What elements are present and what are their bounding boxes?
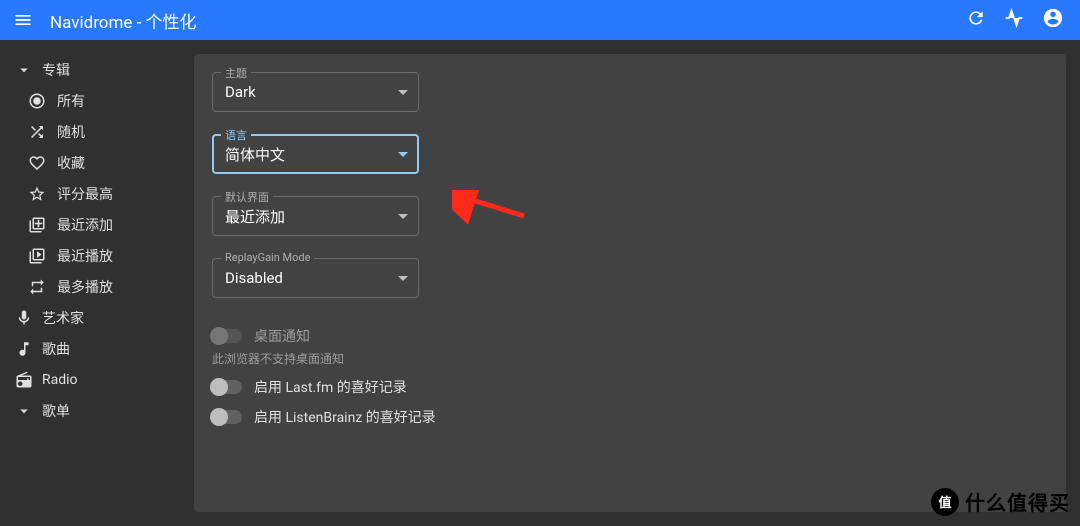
sidebar: 专辑 所有 随机 收藏 评分最高 最近添加 最近播放 最多播放 xyxy=(0,40,194,526)
sidebar-item-top-rated[interactable]: 评分最高 xyxy=(0,178,194,209)
activity-button[interactable] xyxy=(1004,8,1024,32)
language-select[interactable]: 语言 简体中文 xyxy=(212,134,419,174)
dropdown-arrow-icon xyxy=(398,276,408,281)
field-label: ReplayGain Mode xyxy=(221,251,314,264)
dropdown-arrow-icon xyxy=(398,152,408,157)
sidebar-label: 歌单 xyxy=(42,401,70,421)
sidebar-item-label: 随机 xyxy=(57,122,85,142)
sidebar-label: 歌曲 xyxy=(42,339,70,359)
toggle-label: 启用 Last.fm 的喜好记录 xyxy=(254,377,407,397)
menu-button[interactable] xyxy=(10,7,36,33)
sidebar-item-recently-added[interactable]: 最近添加 xyxy=(0,209,194,240)
theme-select[interactable]: 主题 Dark xyxy=(212,72,419,112)
account-button[interactable] xyxy=(1042,7,1064,33)
listenbrainz-toggle[interactable] xyxy=(212,410,242,424)
sidebar-item-label: 所有 xyxy=(57,91,85,111)
sidebar-item-songs[interactable]: 歌曲 xyxy=(0,333,194,364)
field-label: 主题 xyxy=(221,65,251,81)
refresh-icon xyxy=(966,8,986,28)
sidebar-item-radio[interactable]: Radio xyxy=(0,364,194,395)
library-play-icon xyxy=(27,246,47,266)
lastfm-toggle[interactable] xyxy=(212,380,242,394)
replaygain-select[interactable]: ReplayGain Mode Disabled xyxy=(212,258,419,298)
sidebar-item-label: 评分最高 xyxy=(57,184,113,204)
field-label: 默认界面 xyxy=(221,189,273,205)
shuffle-icon xyxy=(27,122,47,142)
sidebar-item-label: 最近添加 xyxy=(57,215,113,235)
dropdown-arrow-icon xyxy=(398,90,408,95)
sidebar-group-albums[interactable]: 专辑 xyxy=(0,54,194,85)
sidebar-label: 专辑 xyxy=(42,60,70,80)
appbar-actions xyxy=(966,7,1070,33)
star-icon xyxy=(27,184,47,204)
sidebar-item-label: 最近播放 xyxy=(57,246,113,266)
music-note-icon xyxy=(14,339,34,359)
dropdown-arrow-icon xyxy=(398,214,408,219)
field-value: 简体中文 xyxy=(225,144,398,165)
appbar: Navidrome - 个性化 xyxy=(0,0,1080,40)
radio-icon xyxy=(14,370,34,390)
sidebar-item-favorites[interactable]: 收藏 xyxy=(0,147,194,178)
activity-icon xyxy=(1004,8,1024,28)
field-value: Disabled xyxy=(225,269,398,287)
account-icon xyxy=(1042,7,1064,29)
desktop-notifications-toggle-row: 桌面通知 xyxy=(212,326,1048,346)
page-title: Navidrome - 个性化 xyxy=(50,8,966,33)
field-label: 语言 xyxy=(221,127,251,143)
lastfm-toggle-row: 启用 Last.fm 的喜好记录 xyxy=(212,377,1048,397)
sidebar-group-playlists[interactable]: 歌单 xyxy=(0,395,194,426)
sidebar-item-random[interactable]: 随机 xyxy=(0,116,194,147)
hamburger-icon xyxy=(13,10,33,30)
toggle-label: 桌面通知 xyxy=(254,326,310,346)
toggle-label: 启用 ListenBrainz 的喜好记录 xyxy=(254,407,436,427)
sidebar-item-label: 收藏 xyxy=(57,153,85,173)
default-view-select[interactable]: 默认界面 最近添加 xyxy=(212,196,419,236)
sidebar-label: 艺术家 xyxy=(42,308,84,328)
settings-card: 主题 Dark 语言 简体中文 默认界面 最近添加 xyxy=(194,54,1066,512)
watermark: 值 什么值得买 xyxy=(931,487,1070,516)
sidebar-item-most-played[interactable]: 最多播放 xyxy=(0,271,194,302)
refresh-button[interactable] xyxy=(966,8,986,32)
notifications-caption: 此浏览器不支持桌面通知 xyxy=(212,350,1048,367)
listenbrainz-toggle-row: 启用 ListenBrainz 的喜好记录 xyxy=(212,407,1048,427)
heart-icon xyxy=(27,153,47,173)
sidebar-item-recently-played[interactable]: 最近播放 xyxy=(0,240,194,271)
sidebar-item-all[interactable]: 所有 xyxy=(0,85,194,116)
watermark-text: 什么值得买 xyxy=(965,487,1070,516)
sidebar-item-label: 最多播放 xyxy=(57,277,113,297)
field-value: Dark xyxy=(225,83,398,101)
desktop-notifications-toggle xyxy=(212,329,242,343)
mic-icon xyxy=(14,308,34,328)
field-value: 最近添加 xyxy=(225,206,398,227)
library-add-icon xyxy=(27,215,47,235)
sidebar-item-artists[interactable]: 艺术家 xyxy=(0,302,194,333)
repeat-icon xyxy=(27,277,47,297)
chevron-down-icon xyxy=(14,60,34,80)
chevron-down-icon xyxy=(14,401,34,421)
sidebar-label: Radio xyxy=(42,372,78,388)
radio-checked-icon xyxy=(27,91,47,111)
watermark-badge: 值 xyxy=(931,488,959,516)
